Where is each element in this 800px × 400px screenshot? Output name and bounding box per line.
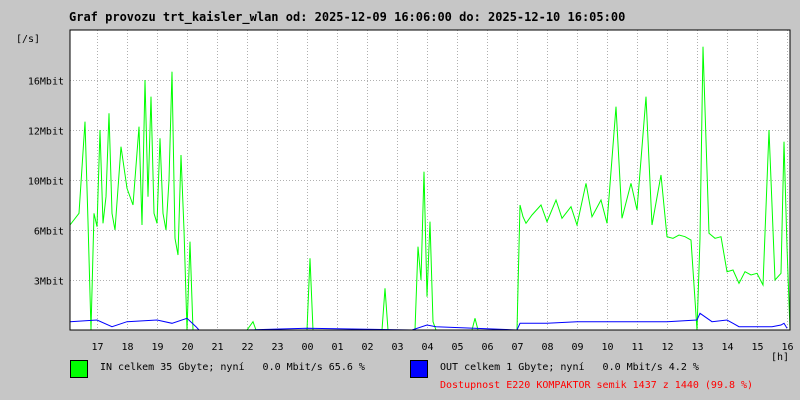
in-legend-swatch xyxy=(70,360,88,378)
out-legend-text: OUT celkem 1 Gbyte; nyní 0.0 Mbit/s 4.2 … xyxy=(440,362,699,373)
x-tick-label: 21 xyxy=(211,342,223,353)
x-tick-label: 17 xyxy=(91,342,103,353)
x-tick-label: 19 xyxy=(151,342,163,353)
y-tick-label: 6Mbit xyxy=(34,227,64,238)
x-tick-label: 07 xyxy=(511,342,523,353)
x-tick-label: 14 xyxy=(721,342,733,353)
availability-text: Dostupnost E220 KOMPAKTOR semik 1437 z 1… xyxy=(440,380,754,391)
x-tick-label: 06 xyxy=(481,342,493,353)
x-tick-label: 10 xyxy=(601,342,613,353)
x-tick-label: 03 xyxy=(391,342,403,353)
x-tick-label: 12 xyxy=(661,342,673,353)
x-tick-label: 22 xyxy=(241,342,253,353)
x-tick-label: 04 xyxy=(421,342,433,353)
x-tick-label: 13 xyxy=(691,342,703,353)
x-tick-label: 02 xyxy=(361,342,373,353)
x-tick-label: 08 xyxy=(541,342,553,353)
x-tick-label: 23 xyxy=(271,342,283,353)
x-tick-label: 00 xyxy=(301,342,313,353)
x-tick-label: 18 xyxy=(121,342,133,353)
x-axis-label: [h] xyxy=(771,352,789,363)
y-axis-label: [/s] xyxy=(16,34,40,45)
x-tick-label: 15 xyxy=(751,342,763,353)
x-tick-label: 01 xyxy=(331,342,343,353)
out-legend-swatch xyxy=(410,360,428,378)
y-tick-label: 10Mbit xyxy=(28,177,64,188)
y-tick-label: 3Mbit xyxy=(34,277,64,288)
y-tick-label: 12Mbit xyxy=(28,127,64,138)
x-tick-label: 20 xyxy=(181,342,193,353)
traffic-chart: 3Mbit 6Mbit 10Mbit 12Mbit 16Mbit 17 18 19 20 21 22… xyxy=(16,29,794,363)
in-legend-text: IN celkem 35 Gbyte; nyní 0.0 Mbit/s 65.6… xyxy=(100,362,365,373)
x-tick-label: 05 xyxy=(451,342,463,353)
x-tick-label: 09 xyxy=(571,342,583,353)
y-tick-label: 16Mbit xyxy=(28,77,64,88)
x-tick-label: 11 xyxy=(631,342,643,353)
